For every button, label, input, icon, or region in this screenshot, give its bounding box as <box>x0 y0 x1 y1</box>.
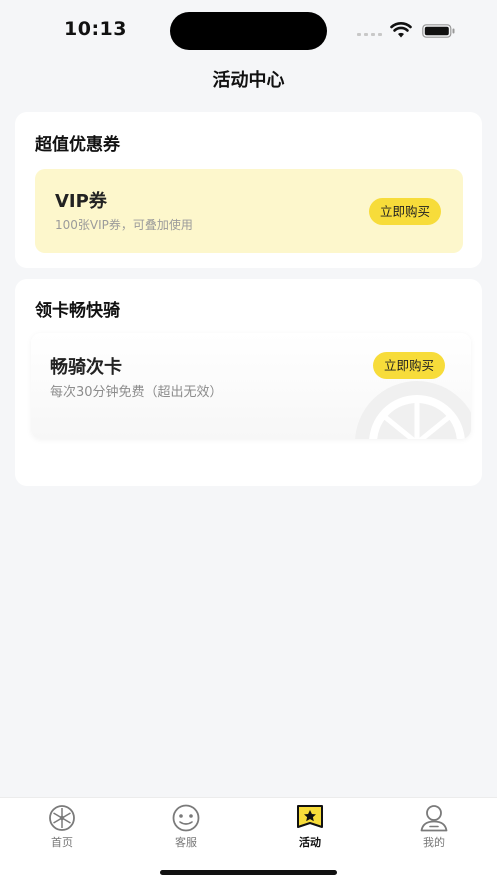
tab-activity-label: 活动 <box>299 836 321 849</box>
dynamic-island <box>170 12 327 50</box>
service-face-icon <box>172 804 200 832</box>
wheel-icon <box>49 805 75 831</box>
ride-card-buy-button[interactable]: 立即购买 <box>373 352 446 379</box>
ride-card-name: 畅骑次卡 <box>50 357 122 378</box>
battery-icon <box>422 24 455 38</box>
page-title: 活动中心 <box>212 70 285 91</box>
tab-service-label: 客服 <box>175 836 197 849</box>
vip-coupon-item[interactable]: VIP券 100张VIP券，可叠加使用 立即购买 <box>35 169 463 253</box>
vip-buy-button[interactable]: 立即购买 <box>369 198 442 225</box>
tab-service[interactable]: 客服 <box>146 804 226 854</box>
tab-activity[interactable]: 活动 <box>270 804 350 854</box>
wifi-icon <box>390 22 412 38</box>
status-bar: 10:13 <box>0 0 497 60</box>
home-indicator <box>160 870 337 875</box>
ride-section-title: 领卡畅快骑 <box>35 301 120 321</box>
screen: 10:13 活动中心 超值优惠券 VIP券 100张VIP券，可叠加使用 立即购… <box>0 0 497 883</box>
coupon-section: 超值优惠券 VIP券 100张VIP券，可叠加使用 立即购买 <box>15 112 482 268</box>
tab-home-label: 首页 <box>51 836 73 849</box>
status-time: 10:13 <box>64 18 127 40</box>
ride-card-section: 领卡畅快骑 畅骑次卡 每次30分钟免费（超出无效） 立即购买 <box>15 279 482 486</box>
star-flag-icon <box>297 805 323 828</box>
tab-profile-label: 我的 <box>423 836 445 849</box>
tab-profile[interactable]: 我的 <box>394 804 474 854</box>
coupon-section-title: 超值优惠券 <box>35 135 120 155</box>
tab-home[interactable]: 首页 <box>22 804 102 854</box>
vip-coupon-name: VIP券 <box>55 191 107 212</box>
signal-icon <box>357 33 382 36</box>
vip-coupon-description: 100张VIP券，可叠加使用 <box>55 218 193 232</box>
ride-card-description: 每次30分钟免费（超出无效） <box>50 385 223 400</box>
ride-card-item[interactable]: 畅骑次卡 每次30分钟免费（超出无效） 立即购买 <box>31 333 471 439</box>
user-icon <box>420 805 448 832</box>
